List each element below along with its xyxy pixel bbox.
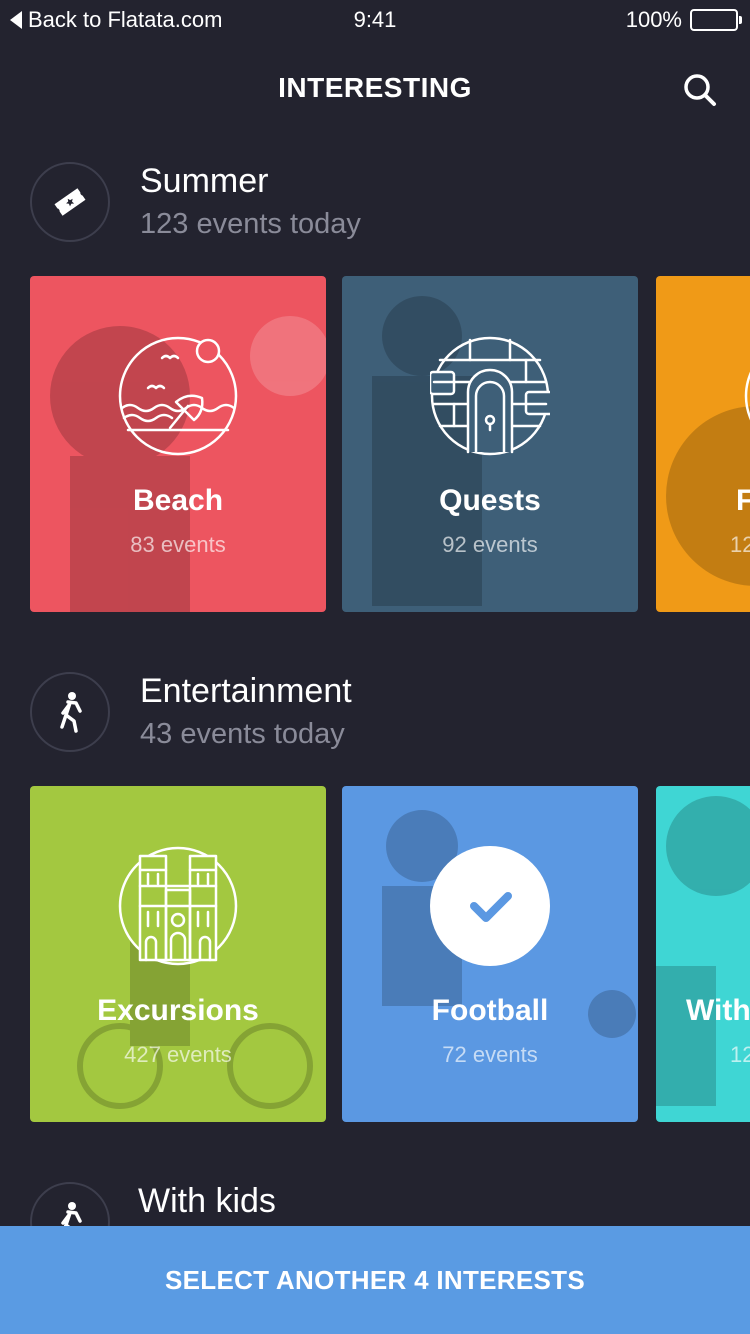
photo-texture [656, 796, 750, 1106]
card-icon-container [428, 336, 556, 456]
selected-indicator [430, 846, 550, 966]
section-title: Summer [140, 162, 269, 200]
section-title: With kids [138, 1182, 276, 1220]
section-title: Entertainment [140, 672, 352, 710]
screen: Back to Flatata.com 9:41 100% INTERESTIN… [0, 0, 750, 1334]
card-event-count: 92 events [442, 532, 538, 557]
card-event-count: 12 [730, 532, 750, 557]
card-partial-entertainment[interactable]: With 12 [656, 786, 750, 1122]
ticket-icon [54, 188, 86, 216]
card-title: Beach [132, 484, 224, 517]
checkmark-icon [470, 892, 512, 922]
card-icon-container [118, 336, 238, 456]
card-title: Excursions [97, 994, 259, 1027]
card-quests[interactable]: Quests 92 events [342, 276, 638, 612]
card-partial-summer[interactable]: F 12 [656, 276, 750, 612]
search-icon [684, 74, 716, 106]
section-subtitle: 123 events today [140, 208, 361, 240]
card-football[interactable]: Football 72 events [342, 786, 638, 1122]
battery-status: 100% [625, 7, 742, 33]
page-title: INTERESTING [278, 72, 472, 103]
partial-icon [744, 371, 750, 421]
card-icon-container [118, 846, 238, 966]
card-event-count: 427 events [124, 1042, 232, 1067]
select-interests-button[interactable]: SELECT ANOTHER 4 INTERESTS [0, 1226, 750, 1334]
search-button[interactable] [680, 70, 720, 110]
card-excursions[interactable]: Excursions 427 events [30, 786, 326, 1122]
cathedral-icon [118, 846, 238, 966]
battery-icon [690, 9, 742, 31]
beach-icon [118, 336, 238, 456]
section-icon-summer [30, 162, 110, 242]
card-row-summer: Beach 83 events Quests 92 events F 12 [30, 276, 750, 612]
card-title: With [686, 994, 750, 1027]
section-icon-entertainment [30, 672, 110, 752]
card-title: Football [431, 994, 549, 1027]
card-row-entertainment: Excursions 427 events Football 72 events [30, 786, 750, 1122]
walking-person-icon [60, 692, 82, 733]
status-bar: Back to Flatata.com 9:41 100% [0, 0, 750, 40]
card-title: F [736, 484, 750, 517]
card-event-count: 83 events [130, 532, 226, 557]
card-event-count: 72 events [442, 1042, 538, 1067]
battery-percent: 100% [625, 7, 682, 32]
card-event-count: 12 [730, 1042, 750, 1067]
igloo-door-icon [428, 336, 556, 456]
section-header-entertainment: Entertainment 43 events today [30, 672, 730, 756]
section-header-summer: Summer 123 events today [30, 162, 730, 246]
section-subtitle: 43 events today [140, 718, 345, 750]
card-beach[interactable]: Beach 83 events [30, 276, 326, 612]
photo-texture [666, 406, 750, 586]
card-title: Quests [439, 484, 541, 517]
